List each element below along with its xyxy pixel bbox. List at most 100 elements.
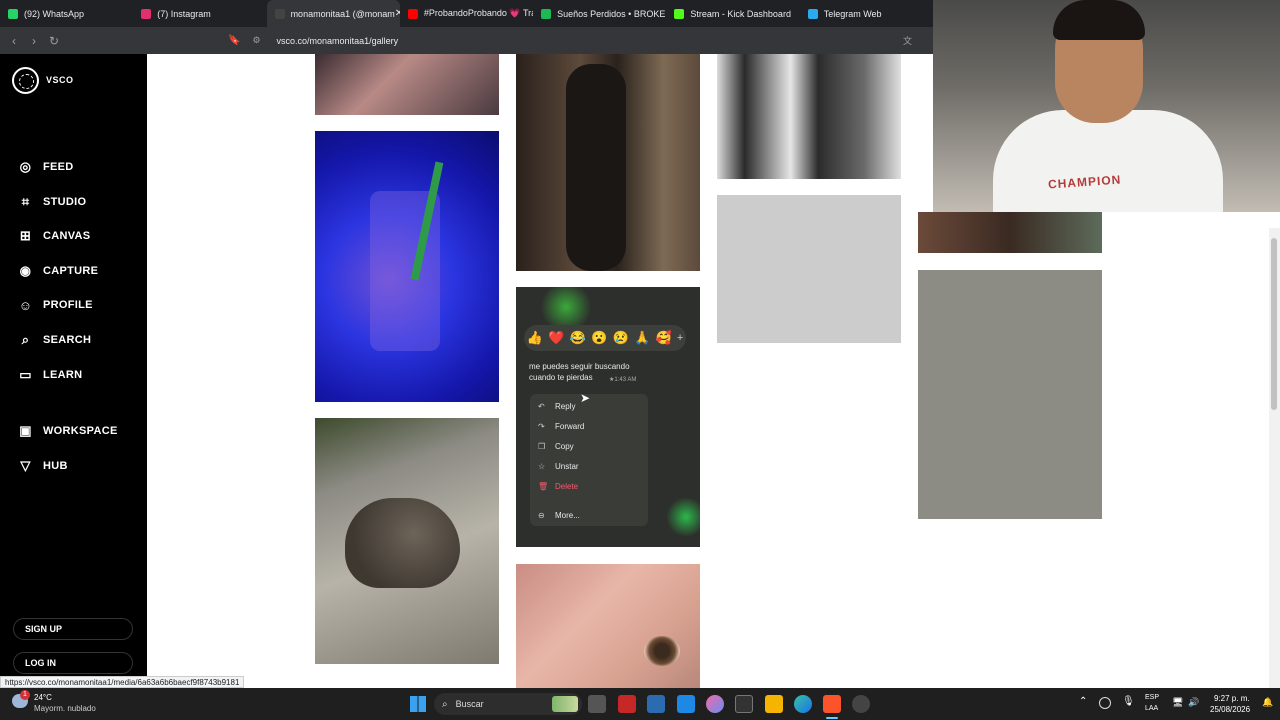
copilot-icon[interactable]	[706, 695, 724, 713]
notification-bell-icon[interactable]: 🔔	[1262, 697, 1273, 708]
power-app-icon[interactable]	[618, 695, 636, 713]
context-menu-item-copy[interactable]: ❐ Copy	[538, 442, 574, 451]
gallery-photo-blue-cups[interactable]	[315, 131, 499, 402]
language-indicator[interactable]: ESP	[1145, 694, 1159, 701]
gallery-photo-selfie[interactable]	[315, 54, 499, 115]
tray-app-icon[interactable]	[1099, 697, 1111, 709]
sidebar-item-hub[interactable]: ▽ HUB	[18, 457, 68, 475]
bookmark-icon[interactable]: 🔖	[228, 35, 240, 46]
context-menu-item-reply[interactable]: ↶ Reply	[538, 402, 575, 411]
emoji-reaction[interactable]: 😢	[613, 330, 629, 346]
mouse-cursor-icon: ➤	[580, 391, 591, 405]
telegram-icon	[807, 8, 818, 19]
translate-icon[interactable]: 文	[903, 34, 912, 47]
context-menu-item-unstar[interactable]: ☆ Unstar	[538, 462, 579, 471]
gallery-photo-mirror[interactable]	[516, 54, 700, 271]
context-menu-label: Delete	[555, 482, 579, 491]
tab-telegram[interactable]: Telegram Web	[800, 0, 933, 27]
vsco-logo-icon[interactable]	[12, 67, 39, 94]
emoji-reaction[interactable]: 😮	[591, 330, 607, 346]
page-scrollbar-thumb[interactable]	[1271, 238, 1277, 410]
emoji-reaction[interactable]: 🥰	[655, 330, 671, 346]
volume-icon[interactable]: 🔊	[1188, 697, 1199, 708]
address-bar[interactable]: 🔖 ⚙ vsco.co/monamonitaa1/gallery 文	[228, 31, 928, 50]
sidebar-item-learn[interactable]: ▭ LEARN	[18, 366, 82, 384]
context-menu-item-forward[interactable]: ↷ Forward	[538, 422, 584, 431]
camera-icon: ◉	[19, 262, 32, 278]
tray-chevron-icon[interactable]: ⌃	[1079, 696, 1087, 707]
reload-icon[interactable]: ↻	[44, 34, 64, 48]
microphone-icon[interactable]: 🎙	[1122, 696, 1135, 707]
sidebar-item-canvas[interactable]: ⊞ CANVAS	[18, 227, 90, 245]
brave-active-indicator	[826, 717, 838, 719]
taskbar-search-box[interactable]: ⌕ Buscar	[434, 693, 582, 715]
reply-icon: ↶	[538, 402, 545, 411]
language-layout[interactable]: LAA	[1145, 705, 1158, 712]
weather-temp[interactable]: 24°C	[34, 693, 52, 702]
sign-up-button[interactable]: SIGN UP	[13, 618, 133, 640]
clock-date[interactable]: 25/08/2026	[1210, 705, 1250, 714]
context-menu-label: Copy	[555, 442, 574, 451]
log-in-button[interactable]: LOG IN	[13, 652, 133, 674]
tab-label: monamonitaa1 (@monam	[290, 8, 395, 19]
sidebar-item-profile[interactable]: ☺ PROFILE	[18, 296, 93, 314]
tab-instagram[interactable]: (7) Instagram	[133, 0, 266, 27]
gallery-photo-chat-screenshot[interactable]: 👍 ❤️ 😂 😮 😢 🙏 🥰 + me puedes seguir buscando cuan…	[516, 287, 700, 547]
snipping-tool-icon[interactable]	[677, 695, 695, 713]
gallery-photo-loading-2[interactable]	[918, 270, 1102, 519]
forward-icon: ↷	[538, 422, 545, 431]
copy-icon: ❐	[538, 442, 546, 451]
back-icon[interactable]: ‹	[4, 34, 24, 48]
sidebar-item-studio[interactable]: ⌗ STUDIO	[18, 193, 86, 211]
context-menu-item-more[interactable]: ⊖ More...	[538, 511, 580, 520]
file-explorer-icon[interactable]	[765, 695, 783, 713]
search-highlight-icon	[552, 696, 578, 712]
gallery-photo-top-right[interactable]	[918, 212, 1102, 253]
forward-icon[interactable]: ›	[24, 34, 44, 48]
site-info-icon[interactable]: ⚙	[252, 35, 260, 46]
gallery-photo-friends[interactable]	[717, 54, 901, 179]
sidebar-item-label: HUB	[43, 459, 68, 472]
gallery-photo-eye[interactable]	[516, 564, 700, 688]
tab-youtube[interactable]: #ProbandoProbando 💗 Tras	[400, 0, 533, 27]
store-icon[interactable]	[647, 695, 665, 713]
whatsapp-icon	[8, 8, 18, 19]
network-icon[interactable]: 🖥	[1172, 697, 1183, 708]
search-icon: ⌕	[442, 698, 448, 710]
task-view-icon[interactable]	[588, 695, 606, 713]
gallery-photo-cat[interactable]	[315, 418, 499, 664]
browser-tab-strip: (92) WhatsApp (7) Instagram monamonitaa1 (…	[0, 0, 933, 27]
terminal-icon[interactable]	[735, 695, 753, 713]
gallery-photo-loading[interactable]	[717, 195, 901, 343]
tab-spotify[interactable]: Sueños Perdidos • BROKEN	[533, 0, 666, 27]
clock-time[interactable]: 9:27 p. m.	[1214, 694, 1250, 703]
emoji-reaction[interactable]: ❤️	[548, 330, 564, 346]
tab-whatsapp[interactable]: (92) WhatsApp	[0, 0, 133, 27]
tab-vsco[interactable]: monamonitaa1 (@monam ✕	[266, 0, 400, 27]
weather-desc[interactable]: Mayorm. nublado	[34, 704, 96, 713]
obs-icon[interactable]	[852, 695, 870, 713]
tab-kick[interactable]: Stream - Kick Dashboard	[666, 0, 799, 27]
emoji-reaction[interactable]: 👍	[527, 330, 543, 346]
brand-name[interactable]: VSCO	[46, 75, 74, 85]
sidebar-item-capture[interactable]: ◉ CAPTURE	[18, 262, 98, 280]
canvas-icon: ⊞	[19, 228, 32, 244]
emoji-reaction[interactable]: +	[677, 332, 683, 344]
trash-icon: 🗑	[538, 482, 549, 491]
tab-label: #ProbandoProbando 💗 Tras	[423, 8, 534, 18]
edge-icon[interactable]	[794, 695, 812, 713]
sidebar-item-feed[interactable]: ◎ FEED	[18, 158, 74, 176]
chat-message-time: ★1:43 AM	[609, 377, 637, 383]
sidebar-item-search[interactable]: ⌕ SEARCH	[18, 331, 91, 349]
sidebar-item-workspace[interactable]: ▣ WORKSPACE	[18, 422, 118, 440]
emoji-reaction[interactable]: 😂	[570, 330, 586, 346]
windows-start-icon[interactable]	[410, 696, 426, 712]
emoji-reaction[interactable]: 🙏	[634, 330, 650, 346]
brave-icon[interactable]	[823, 695, 841, 713]
workspace-icon: ▣	[19, 423, 32, 438]
context-menu-item-delete[interactable]: 🗑 Delete	[538, 482, 578, 491]
globe-icon: ◎	[19, 159, 32, 174]
profile-icon: ☺	[18, 297, 33, 313]
context-menu-label: Forward	[555, 422, 585, 431]
context-menu-label: Unstar	[555, 462, 579, 471]
